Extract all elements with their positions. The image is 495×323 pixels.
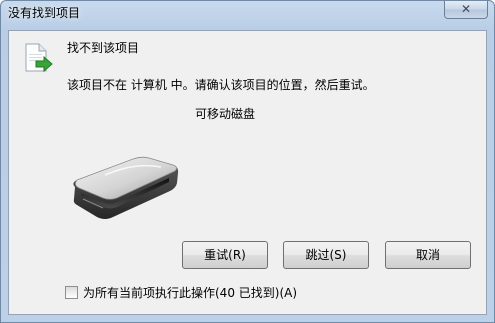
dialog-message: 该项目不在 计算机 中。请确认该项目的位置，然后重试。: [67, 78, 375, 92]
apply-all-label[interactable]: 为所有当前项执行此操作(40 已找到)(A): [83, 285, 297, 301]
dialog-heading: 找不到该项目: [67, 41, 140, 55]
file-move-icon: [25, 43, 53, 73]
cancel-button[interactable]: 取消: [385, 241, 471, 269]
removable-drive-icon: [73, 156, 179, 219]
window-title: 没有找到项目: [8, 6, 81, 20]
dialog-window: 没有找到项目 ✕ 找不到该项目 该项目不在 计算机 中。请确认该项目的位置，然后…: [0, 0, 495, 323]
skip-button[interactable]: 跳过(S): [283, 241, 369, 269]
close-button[interactable]: ✕: [444, 1, 488, 19]
dialog-body: 找不到该项目 该项目不在 计算机 中。请确认该项目的位置，然后重试。 可移动磁盘: [8, 30, 487, 315]
retry-button[interactable]: 重试(R): [182, 241, 268, 269]
close-icon: ✕: [460, 2, 472, 16]
item-name: 可移动磁盘: [195, 107, 256, 121]
apply-all-checkbox[interactable]: [65, 286, 78, 299]
title-bar[interactable]: 没有找到项目 ✕: [1, 1, 494, 31]
